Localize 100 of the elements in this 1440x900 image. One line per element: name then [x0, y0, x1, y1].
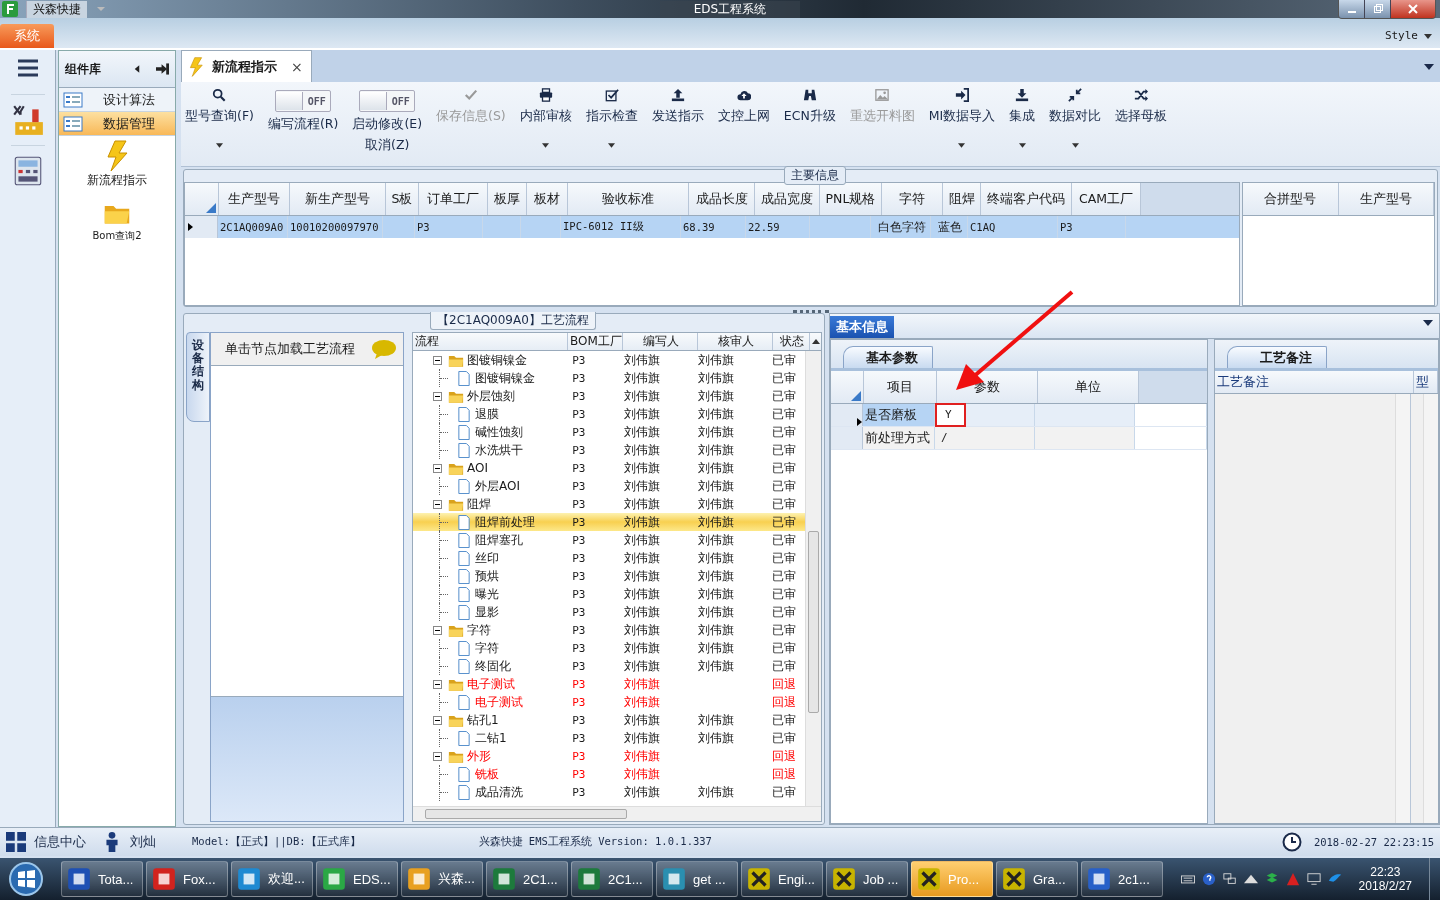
tree-row[interactable]: 预烘 P3 刘伟旗 刘伟旗 已审 [413, 567, 805, 585]
scrollbar[interactable] [413, 806, 821, 821]
toolbar-button[interactable]: ECN升级 [783, 86, 836, 125]
taskbar-button[interactable]: 2C1... [571, 861, 653, 897]
factory-icon[interactable] [10, 94, 45, 137]
tree-row[interactable]: 电子测试 P3 刘伟旗 回退 [413, 675, 805, 693]
toolbar-button[interactable]: 发送指示 [651, 86, 704, 125]
column-header[interactable]: 终端客户代码 [981, 183, 1072, 215]
column-header[interactable]: 工艺备注 [1215, 371, 1414, 393]
tree-row[interactable]: AOI P3 刘伟旗 刘伟旗 已审 [413, 459, 805, 477]
taskbar-button[interactable]: 2c1... [1081, 861, 1163, 897]
toolbar-button[interactable]: 指示检查 [585, 86, 638, 148]
menu-icon[interactable] [15, 58, 40, 78]
side-tab[interactable]: 设备结构 [186, 332, 210, 422]
collapse-node-icon[interactable] [433, 715, 442, 725]
table-row[interactable]: 前处理方式 / [831, 427, 1207, 450]
taskbar-button[interactable]: 兴森... [401, 861, 483, 897]
taskbar-clock[interactable]: 22:23 2018/2/27 [1358, 865, 1412, 893]
calculator-icon[interactable] [10, 145, 45, 188]
component-item[interactable]: 数据管理 [59, 112, 175, 136]
column-header[interactable]: 流程 [413, 333, 568, 350]
scrollbar[interactable] [1395, 394, 1410, 823]
network-icon[interactable] [1222, 872, 1237, 886]
caret-icon[interactable] [1424, 64, 1434, 70]
caret-icon[interactable] [1423, 320, 1433, 326]
column-header[interactable]: 订单工厂 [419, 183, 488, 215]
toolbar-button[interactable]: 集成 [1009, 86, 1036, 148]
tree-row[interactable]: 钻孔1 P3 刘伟旗 刘伟旗 已审 [413, 711, 805, 729]
help-icon[interactable] [1201, 872, 1216, 886]
collapse-icon[interactable] [134, 64, 140, 74]
pin-icon[interactable] [156, 63, 169, 75]
column-header[interactable]: 板厚 [488, 183, 527, 215]
toolbar-button[interactable]: 内部审核 [519, 86, 572, 148]
toolbar-button[interactable]: MI数据导入 [928, 86, 996, 148]
tree-row[interactable]: 阻焊 P3 刘伟旗 刘伟旗 已审 [413, 495, 805, 513]
toolbar-button[interactable]: 选择母板 [1115, 86, 1168, 125]
scrollbar[interactable] [1423, 394, 1438, 823]
taskbar-button[interactable]: Engi... [741, 861, 823, 897]
toolbar-button[interactable]: 文控上网 [717, 86, 770, 125]
column-header[interactable]: BOM工厂 [568, 333, 623, 350]
column-header[interactable]: 新生产型号 [290, 183, 386, 215]
taskbar-button[interactable]: Job ... [826, 861, 908, 897]
column-header[interactable]: 字符 [882, 183, 943, 215]
column-header[interactable]: 生产型号 [219, 183, 290, 215]
tree-row[interactable]: 电子测试 P3 刘伟旗 回退 [413, 693, 805, 711]
column-header[interactable]: 项目 [864, 371, 937, 403]
taskbar-button[interactable]: Tota... [61, 861, 143, 897]
column-header[interactable]: 验收标准 [568, 183, 689, 215]
tree-row[interactable]: 阻焊塞孔 P3 刘伟旗 刘伟旗 已审 [413, 531, 805, 549]
shortcut-button[interactable]: 新流程指示 [87, 140, 147, 189]
tree-row[interactable]: 曝光 P3 刘伟旗 刘伟旗 已审 [413, 585, 805, 603]
tray-arrow-icon[interactable] [1243, 872, 1258, 886]
tree-row[interactable]: 外层蚀刻 P3 刘伟旗 刘伟旗 已审 [413, 387, 805, 405]
style-menu[interactable]: Style [1376, 29, 1440, 48]
tree-row[interactable]: 显影 P3 刘伟旗 刘伟旗 已审 [413, 603, 805, 621]
column-header[interactable]: 型 [1414, 371, 1438, 393]
document-tab[interactable]: 新流程指示 × [181, 50, 312, 82]
tree-row[interactable]: 二钻1 P3 刘伟旗 刘伟旗 已审 [413, 729, 805, 747]
column-header[interactable]: 成品宽度 [755, 183, 820, 215]
tree-row[interactable]: 成品清洗 P3 刘伟旗 刘伟旗 已审 [413, 783, 805, 801]
panel-tab[interactable]: 基本参数 [843, 346, 933, 368]
collapse-node-icon[interactable] [433, 751, 442, 761]
collapse-node-icon[interactable] [433, 463, 442, 473]
tree-row[interactable]: 丝印 P3 刘伟旗 刘伟旗 已审 [413, 549, 805, 567]
column-header[interactable]: PNL规格 [820, 183, 882, 215]
toggle-switch[interactable]: OFF [359, 90, 416, 112]
scroll-up-icon[interactable] [811, 339, 820, 344]
taskbar-button[interactable]: 欢迎... [231, 861, 313, 897]
collapse-node-icon[interactable] [433, 391, 442, 401]
tree-row[interactable]: 图镀铜镍金 P3 刘伟旗 刘伟旗 已审 [413, 369, 805, 387]
panel-tab[interactable]: 工艺备注 [1227, 346, 1327, 368]
toolbar-button[interactable]: 型号查询(F) [185, 86, 254, 148]
collapse-node-icon[interactable] [433, 625, 442, 635]
column-header[interactable]: 状态 [773, 333, 810, 350]
minimize-button[interactable] [1339, 0, 1365, 18]
tree-row[interactable]: 阻焊前处理 P3 刘伟旗 刘伟旗 已审 [413, 513, 805, 531]
taskbar-button[interactable]: Gra... [996, 861, 1078, 897]
column-header[interactable]: 生产型号 [1338, 183, 1434, 215]
column-header[interactable]: 成品长度 [689, 183, 755, 215]
column-header[interactable]: 阻焊 [943, 183, 981, 215]
scrollbar[interactable] [805, 351, 821, 806]
collapse-node-icon[interactable] [433, 679, 442, 689]
monitor-icon[interactable] [1306, 872, 1321, 886]
tiles-icon[interactable] [6, 832, 26, 852]
info-center-link[interactable]: 信息中心 [34, 833, 86, 851]
column-header[interactable]: 合拼型号 [1243, 183, 1339, 215]
close-tab-button[interactable]: × [291, 58, 303, 75]
close-button[interactable] [1391, 0, 1435, 18]
taskbar-button[interactable]: get ... [656, 861, 738, 897]
column-header[interactable]: 核审人 [698, 333, 773, 350]
table-row[interactable]: 2C1AQ009A0 10010200097970 P3 IPC-6012 II级 68.39 22.59 白色字符 蓝色 C1AQ P3 [185, 216, 1239, 238]
tree-row[interactable]: 图镀铜镍金 P3 刘伟旗 刘伟旗 已审 [413, 351, 805, 369]
start-button[interactable] [8, 861, 44, 897]
tree-row[interactable]: 水洗烘干 P3 刘伟旗 刘伟旗 已审 [413, 441, 805, 459]
taskbar-button[interactable]: Fox... [146, 861, 228, 897]
info-tab[interactable]: 基本信息 [830, 316, 894, 338]
collapse-node-icon[interactable] [433, 355, 442, 365]
shortcut-button[interactable]: Bom查询2 [92, 197, 142, 243]
tree-row[interactable]: 外层AOI P3 刘伟旗 刘伟旗 已审 [413, 477, 805, 495]
tree-row[interactable]: 铣板 P3 刘伟旗 回退 [413, 765, 805, 783]
